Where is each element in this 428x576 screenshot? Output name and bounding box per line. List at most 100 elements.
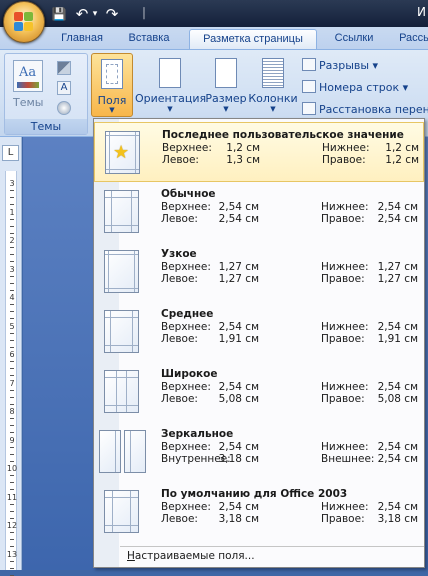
ruler-tick xyxy=(10,432,14,433)
margin-option[interactable]: Узкое Верхнее: 1,27 см Нижнее: 1,27 см Левое:… xyxy=(94,242,424,302)
page-margin-icon: ★ xyxy=(105,131,140,174)
star-icon: ★ xyxy=(113,142,130,163)
tab-mailings[interactable]: Рассь xyxy=(394,29,428,49)
margin-option[interactable]: ★ Последнее пользовательское значение Верх… xyxy=(94,122,424,182)
columns-button[interactable]: Колонки ▼ xyxy=(248,53,298,113)
margin-option-title: Среднее xyxy=(161,308,214,320)
margin-option-title: Узкое xyxy=(161,248,197,260)
ruler-number: 8 xyxy=(9,407,15,416)
breaks-label: Разрывы xyxy=(319,59,370,72)
ruler-tick xyxy=(10,389,14,391)
page-margin-icon xyxy=(104,310,139,353)
theme-colors-icon[interactable] xyxy=(57,61,71,75)
tab-home[interactable]: Главная xyxy=(52,29,112,49)
margin-value-right: 3,18 см xyxy=(377,513,418,525)
margin-value-top: 1,27 см xyxy=(218,261,259,273)
themes-label[interactable]: Темы xyxy=(13,96,43,109)
tab-insert[interactable]: Вставка xyxy=(118,29,180,49)
page-margin-icon xyxy=(104,490,139,533)
ruler-tick xyxy=(10,460,14,462)
ruler-tick xyxy=(10,546,14,547)
margin-option[interactable]: Широкое Верхнее: 2,54 см Нижнее: 2,54 см Лево… xyxy=(94,362,424,422)
margin-option-title: Зеркальное xyxy=(161,428,234,440)
ruler-number: 5 xyxy=(9,321,15,331)
orientation-icon xyxy=(159,58,181,88)
custom-margins-menu-item[interactable]: Настраиваемые поля... xyxy=(127,550,255,562)
ruler-number: 10 xyxy=(6,464,18,473)
margins-dropdown: Настраиваемые поля... ★ Последнее пользов… xyxy=(93,118,425,568)
size-button[interactable]: Размер ▼ xyxy=(205,53,247,113)
window-title: И xyxy=(417,5,426,19)
dropdown-separator xyxy=(120,546,424,547)
themes-group-label: Темы xyxy=(5,119,87,134)
margins-button[interactable]: Поля ▼ xyxy=(91,53,133,117)
breaks-button[interactable]: Разрывы ▾ xyxy=(302,58,378,74)
ruler-number: 3 xyxy=(9,264,15,274)
ruler-tick xyxy=(10,218,14,220)
themes-group: Aa Темы A Темы xyxy=(4,53,88,135)
ruler-tick xyxy=(10,304,14,305)
ruler-number: 9 xyxy=(9,435,15,445)
margin-value-left: 2,54 см xyxy=(218,213,259,225)
margin-value-top: 1,2 см xyxy=(226,142,260,154)
themes-icon[interactable]: Aa xyxy=(13,60,43,92)
tab-references[interactable]: Ссылки xyxy=(325,29,383,49)
ruler-tick xyxy=(10,247,14,248)
ruler-number: 13 xyxy=(6,549,18,559)
margin-value-bottom: 2,54 см xyxy=(377,501,418,513)
size-icon xyxy=(215,58,237,88)
undo-icon[interactable]: ↶ xyxy=(74,5,90,23)
chevron-down-icon: ▼ xyxy=(109,106,115,114)
ruler-tick xyxy=(10,254,14,255)
vertical-ruler: L 3 1 2 3 4 5 6 7 8 9 10 11 12 13 xyxy=(0,137,22,576)
size-label: Размер xyxy=(205,92,247,105)
margin-value-bottom: 1,2 см xyxy=(385,142,419,154)
margin-value-bottom: 2,54 см xyxy=(377,441,418,453)
ruler-number: 2 xyxy=(9,236,15,245)
ruler-tick xyxy=(10,275,14,277)
line-numbers-button[interactable]: Номера строк ▾ xyxy=(302,80,408,96)
tab-page-layout[interactable]: Разметка страницы xyxy=(189,29,317,50)
office-button[interactable] xyxy=(3,1,45,43)
save-icon[interactable]: 💾 xyxy=(50,5,68,22)
title-bar: 💾 ↶ ▾ ↷ ⏐ И xyxy=(0,0,428,27)
ruler-tick xyxy=(10,517,14,519)
margin-value-top: 2,54 см xyxy=(218,381,259,393)
undo-dropdown-icon[interactable]: ▾ xyxy=(91,5,99,22)
redo-icon[interactable]: ↷ xyxy=(104,5,120,23)
ruler-tick xyxy=(10,346,14,348)
ruler-tick xyxy=(10,332,14,334)
ruler-tick xyxy=(10,225,14,227)
ruler-number: 6 xyxy=(9,350,15,359)
ruler-tick xyxy=(10,510,14,512)
line-numbers-icon xyxy=(302,80,316,93)
custom-margins-label: астраиваемые поля... xyxy=(134,550,255,562)
ruler-tick xyxy=(10,232,14,234)
hyphenation-label: Расстановка перено xyxy=(319,103,428,116)
ruler-tick xyxy=(10,503,14,505)
margin-value-right: 2,54 см xyxy=(377,213,418,225)
ruler-strip: 3 1 2 3 4 5 6 7 8 9 10 11 12 13 xyxy=(5,171,18,576)
theme-fonts-icon[interactable]: A xyxy=(57,81,71,95)
ruler-tick xyxy=(10,489,14,490)
ruler-tick xyxy=(10,475,14,476)
tab-selector-button[interactable]: L xyxy=(2,145,19,161)
ruler-number: 11 xyxy=(6,492,18,502)
ruler-tick xyxy=(10,368,14,369)
ribbon-tabs: Главная Вставка Разметка страницы Ссылки… xyxy=(0,27,428,50)
office-logo-icon xyxy=(14,12,34,32)
margin-option[interactable]: Обычное Верхнее: 2,54 см Нижнее: 2,54 см Лево… xyxy=(94,182,424,242)
theme-effects-icon[interactable] xyxy=(57,101,71,115)
orientation-button[interactable]: Ориентация ▼ xyxy=(135,53,206,113)
margin-value-top: 2,54 см xyxy=(218,501,259,513)
ruler-tick xyxy=(10,574,14,576)
chevron-down-icon: ▼ xyxy=(223,105,229,113)
margin-option-title: Широкое xyxy=(161,368,218,380)
margin-option[interactable]: По умолчанию для Office 2003 Верхнее: 2,54… xyxy=(94,482,424,542)
margin-option[interactable]: Среднее Верхнее: 2,54 см Нижнее: 2,54 см Лево… xyxy=(94,302,424,362)
hyphenation-button[interactable]: Расстановка перено xyxy=(302,102,428,118)
ruler-number: 3 xyxy=(9,179,15,188)
margin-option-title: Обычное xyxy=(161,188,216,200)
margin-option[interactable]: Зеркальное Верхнее: 2,54 см Нижнее: 2,54 см В… xyxy=(94,422,424,482)
qat-customize-icon[interactable]: ⏐ xyxy=(140,5,148,22)
